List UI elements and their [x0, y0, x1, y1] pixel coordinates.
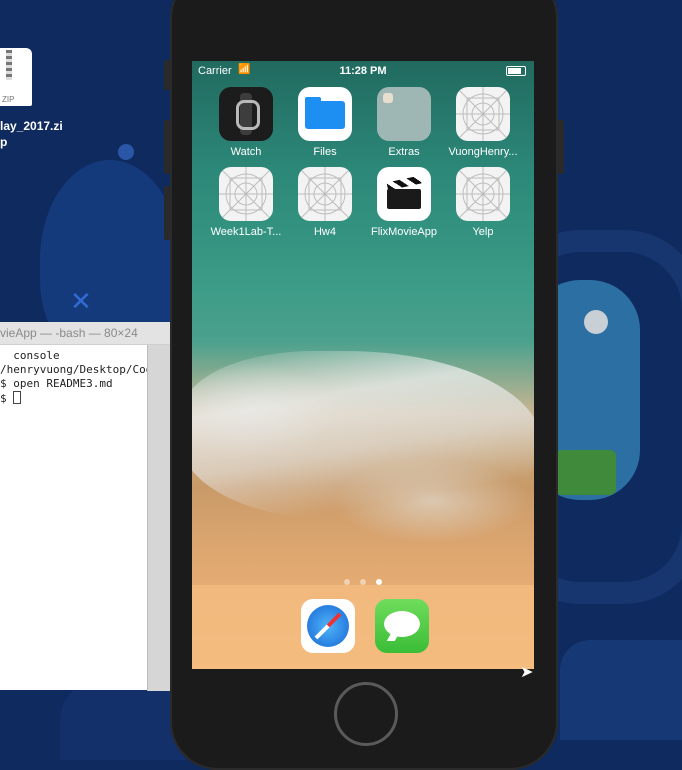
app-week1lab[interactable]: Week1Lab-T...: [210, 167, 282, 238]
app-label: Yelp: [472, 226, 494, 238]
app-messages[interactable]: [366, 599, 438, 653]
blank-app-icon: [456, 167, 510, 221]
blank-app-icon: [219, 167, 273, 221]
volume-up-button[interactable]: [164, 120, 170, 174]
terminal-line: $ open README3.md: [0, 377, 113, 390]
zip-file-name-line: lay_2017.zi: [0, 119, 63, 133]
iphone-simulator: Carrier 📶 11:28 PM Watch Files Extras Vu…: [164, 0, 564, 770]
watch-icon: [219, 87, 273, 141]
clapperboard-icon: [377, 167, 431, 221]
desktop-wallpaper-dot: [118, 144, 134, 160]
zipper-icon: [6, 50, 12, 80]
terminal-window[interactable]: vieApp — -bash — 80×24 console /henryvuo…: [0, 322, 170, 691]
desktop-wallpaper-hill: [560, 640, 682, 740]
app-safari[interactable]: [292, 599, 364, 653]
app-hw4[interactable]: Hw4: [289, 167, 361, 238]
messages-icon: [375, 599, 429, 653]
power-button[interactable]: [558, 120, 564, 174]
terminal-line: /henryvuong/Desktop/Code: [0, 363, 159, 376]
app-label: VuongHenry...: [448, 146, 518, 158]
desktop-wallpaper-moon: [584, 310, 608, 334]
app-label: FlixMovieApp: [370, 226, 438, 238]
extras-folder-icon: [377, 87, 431, 141]
app-label: Week1Lab-T...: [210, 226, 282, 238]
terminal-cursor: [13, 391, 22, 404]
terminal-title[interactable]: vieApp — -bash — 80×24: [0, 322, 170, 345]
desktop-wallpaper-land: [556, 450, 616, 495]
safari-icon: [301, 599, 355, 653]
terminal-line: console: [0, 349, 60, 362]
blank-app-icon: [298, 167, 352, 221]
blank-app-icon: [456, 87, 510, 141]
zip-type-label: ZIP: [2, 95, 15, 104]
app-flixmovieapp[interactable]: FlixMovieApp: [368, 167, 440, 238]
folder-extras[interactable]: Extras: [368, 87, 440, 158]
home-button[interactable]: [334, 682, 398, 746]
app-vuonghenry[interactable]: VuongHenry...: [447, 87, 519, 158]
mouse-pointer-icon: ➤: [520, 664, 534, 681]
app-watch[interactable]: Watch: [210, 87, 282, 158]
zip-file-name[interactable]: lay_2017.zi p: [0, 118, 70, 150]
terminal-body[interactable]: console /henryvuong/Desktop/Code $ open …: [0, 345, 170, 691]
app-files[interactable]: Files: [289, 87, 361, 158]
status-time: 11:28 PM: [339, 65, 387, 77]
app-label: Extras: [388, 146, 420, 158]
battery-icon: [506, 66, 526, 76]
terminal-prompt-text: $: [0, 392, 14, 405]
files-icon: [298, 87, 352, 141]
status-bar: Carrier 📶 11:28 PM: [192, 61, 534, 81]
app-label: Files: [313, 146, 337, 158]
star-icon: ✕: [70, 286, 92, 316]
dock: [192, 585, 534, 669]
wallpaper-wave: [192, 351, 534, 521]
terminal-scrollbar[interactable]: [147, 345, 170, 691]
terminal-prompt[interactable]: $: [0, 391, 168, 405]
app-yelp[interactable]: Yelp: [447, 167, 519, 238]
home-screen[interactable]: Carrier 📶 11:28 PM Watch Files Extras Vu…: [192, 61, 534, 669]
app-label: Watch: [230, 146, 262, 158]
volume-down-button[interactable]: [164, 186, 170, 240]
zip-file-name-line: p: [0, 135, 8, 149]
zip-file-icon[interactable]: ZIP: [0, 48, 32, 106]
app-label: Hw4: [313, 226, 336, 238]
ring-silent-switch[interactable]: [164, 60, 170, 90]
